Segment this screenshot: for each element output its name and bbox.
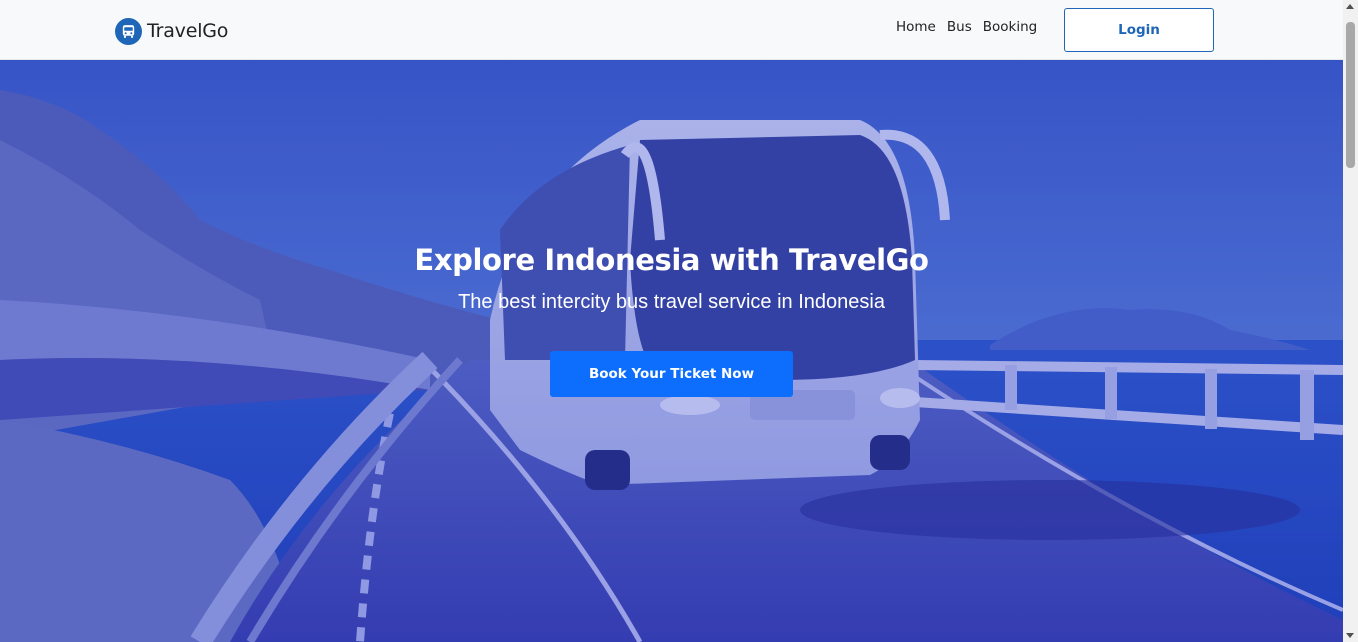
hero-section: Explore Indonesia with TravelGo The best…: [0, 60, 1343, 642]
navbar: TravelGo Home Bus Booking Login: [0, 0, 1343, 60]
hero-subtitle: The best intercity bus travel service in…: [458, 291, 885, 313]
scroll-up-arrow-icon[interactable]: [1346, 4, 1354, 9]
nav-links: Home Bus Booking: [896, 19, 1048, 35]
nav-link-booking[interactable]: Booking: [983, 19, 1037, 35]
bus-icon: [115, 17, 142, 45]
scrollbar-thumb[interactable]: [1346, 22, 1355, 168]
nav-link-home[interactable]: Home: [896, 19, 936, 35]
nav-link-bus[interactable]: Bus: [947, 19, 972, 35]
hero-title: Explore Indonesia with TravelGo: [414, 243, 929, 277]
brand-logo[interactable]: TravelGo: [115, 16, 228, 46]
page-scrollbar[interactable]: [1343, 0, 1358, 642]
scroll-down-arrow-icon[interactable]: [1346, 633, 1354, 638]
login-button[interactable]: Login: [1064, 8, 1214, 52]
book-ticket-button[interactable]: Book Your Ticket Now: [550, 351, 793, 397]
brand-name: TravelGo: [147, 20, 229, 42]
